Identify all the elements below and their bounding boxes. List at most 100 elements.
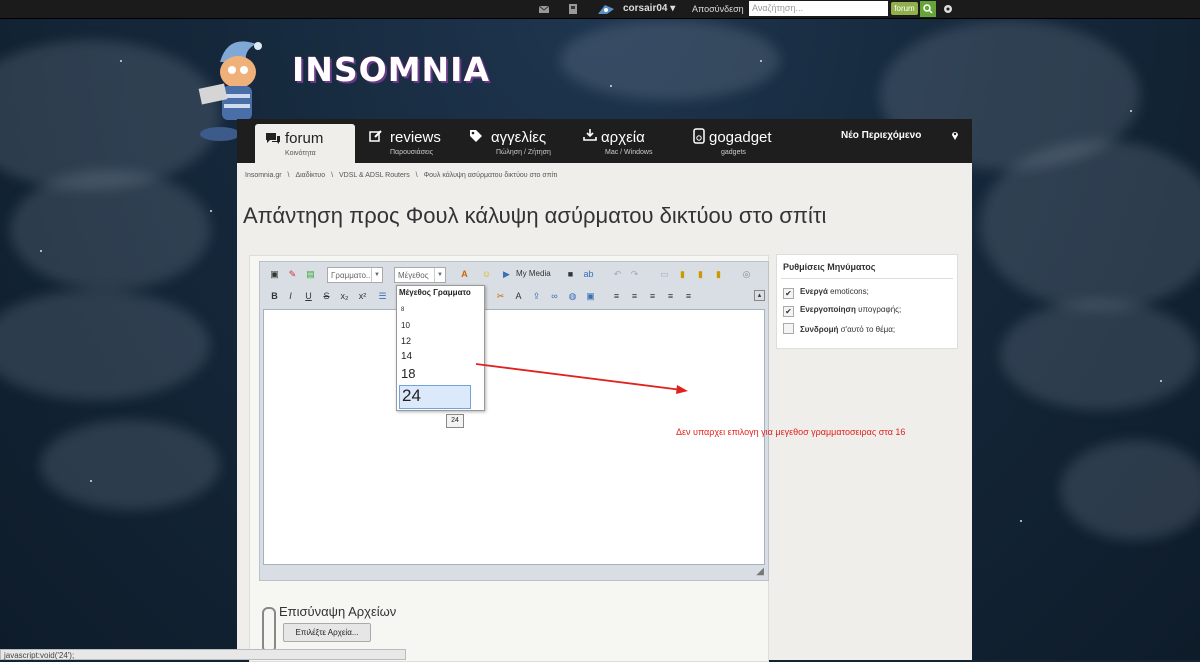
superscript-button[interactable]: x² <box>356 290 369 303</box>
my-media-button[interactable]: My Media <box>516 269 551 278</box>
tab-downloads[interactable]: αρχεία Mac / Windows <box>577 119 667 163</box>
username: corsair04 <box>623 3 668 14</box>
size-select-value: Μέγεθος <box>398 271 429 280</box>
image-icon[interactable]: ▣ <box>584 290 597 303</box>
copy-icon[interactable]: ▮ <box>676 268 689 281</box>
upload-icon[interactable]: ⇪ <box>530 290 543 303</box>
tab-classifieds[interactable]: αγγελίες Πώληση / Ζήτηση <box>463 119 563 163</box>
user-avatar[interactable] <box>597 3 615 15</box>
text-color-icon[interactable]: A <box>458 268 471 281</box>
new-content-link[interactable]: Νέο Περιεχόμενο <box>841 130 921 141</box>
username-menu[interactable]: corsair04 ▾ <box>623 0 675 18</box>
tab-label: αγγελίες <box>491 129 547 146</box>
tab-label: gogadget <box>709 129 772 146</box>
size-option-10[interactable]: 10 <box>401 321 410 330</box>
bullet-list-icon[interactable]: ☰ <box>376 290 389 303</box>
align-justify-icon[interactable]: ≡ <box>664 290 677 303</box>
tab-gogadget[interactable]: gogadget gadgets <box>687 119 787 163</box>
underline-button[interactable]: U <box>302 290 315 303</box>
message-textarea[interactable] <box>263 309 765 565</box>
italic-button[interactable]: I <box>284 290 297 303</box>
tab-sublabel: Παρουσιάσεις <box>390 149 434 156</box>
font-size-select[interactable]: Μέγεθος ▼ <box>394 267 446 283</box>
annotation-arrow <box>475 363 688 394</box>
align-right-icon[interactable]: ≡ <box>646 290 659 303</box>
gear-icon[interactable] <box>942 3 954 15</box>
paperclip-icon <box>262 607 276 653</box>
signature-option[interactable]: ✔ Ενεργοποίηση υπογραφής; <box>783 305 901 317</box>
gift-icon[interactable]: ■ <box>564 268 577 281</box>
emoticons-option[interactable]: ✔ Ενεργά emoticons; <box>783 287 869 299</box>
search-scope-chip[interactable]: forum <box>891 2 918 15</box>
tab-reviews[interactable]: reviews Παρουσιάσεις <box>363 119 453 163</box>
align-left-icon[interactable]: ≡ <box>610 290 623 303</box>
breadcrumb-item[interactable]: Διαδίκτυο <box>295 172 325 179</box>
divider <box>781 278 953 279</box>
indent-icon[interactable]: ≡ <box>682 290 695 303</box>
spellcheck-icon[interactable]: ab <box>582 268 595 281</box>
resize-handle-icon[interactable]: ◢ <box>756 566 764 577</box>
tab-sublabel: Mac / Windows <box>605 149 653 156</box>
breadcrumb-item[interactable]: Insomnia.gr <box>245 172 282 179</box>
align-center-icon[interactable]: ≡ <box>628 290 641 303</box>
font-case-icon[interactable]: A <box>512 290 525 303</box>
cut-icon[interactable]: ▭ <box>658 268 671 281</box>
collapse-toolbar-icon[interactable]: ▴ <box>754 290 765 301</box>
spoiler-icon[interactable]: ✂ <box>494 290 507 303</box>
breadcrumb-item[interactable]: VDSL & ADSL Routers <box>339 172 410 179</box>
subscript-button[interactable]: x₂ <box>338 290 351 303</box>
smiley-icon[interactable]: ☺ <box>480 268 493 281</box>
breadcrumb-separator: \ <box>415 172 418 179</box>
edit-icon <box>369 130 382 142</box>
subscribe-checkbox[interactable] <box>783 323 794 334</box>
tab-label: forum <box>285 130 324 147</box>
size-option-14[interactable]: 14 <box>401 351 412 362</box>
download-icon <box>583 129 597 141</box>
main-nav: forum Κοινότητα reviews Παρουσιάσεις αγγ… <box>237 119 972 163</box>
signature-checkbox[interactable]: ✔ <box>783 306 794 317</box>
undo-icon[interactable]: ↶ <box>611 268 624 281</box>
size-option-12[interactable]: 12 <box>401 336 411 346</box>
option-label-bold: Ενεργοποίηση <box>800 305 856 314</box>
search-icon <box>923 4 933 14</box>
breadcrumb-separator: \ <box>331 172 334 179</box>
font-family-select[interactable]: Γραμματο... ▼ <box>327 267 383 283</box>
choose-files-button[interactable]: Επιλέξτε Αρχεία... <box>283 623 371 642</box>
map-marker-icon[interactable] <box>951 130 959 141</box>
breadcrumb-separator: \ <box>287 172 290 179</box>
tag-icon <box>470 130 482 142</box>
size-option-24-selected[interactable]: 24 <box>399 385 471 409</box>
tab-forum[interactable]: forum Κοινότητα <box>255 124 355 163</box>
search-input[interactable]: Αναζήτηση... <box>749 1 888 16</box>
editor-toolbar-row-2: B I U S x₂ x² ☰ ‹› ◌ ✂ A ⇪ ∞ ◍ ▣ ≡ ≡ ≡ ≡… <box>264 287 765 307</box>
table-icon[interactable]: ▤ <box>304 268 317 281</box>
editor-toolbar-row-1: ▣ ✎ ▤ Γραμματο... ▼ Μέγεθος ▼ A ☺ ▶ My Med… <box>264 265 764 285</box>
redo-icon[interactable]: ↷ <box>628 268 641 281</box>
source-mode-icon[interactable]: ▣ <box>268 268 281 281</box>
option-label: υπογραφής; <box>855 305 902 314</box>
eraser-icon[interactable]: ✎ <box>286 268 299 281</box>
logout-link[interactable]: Αποσύνδεση <box>692 0 744 18</box>
globe-icon[interactable]: ◍ <box>566 290 579 303</box>
link-icon[interactable]: ∞ <box>548 290 561 303</box>
strikethrough-button[interactable]: S <box>320 290 333 303</box>
emoticons-checkbox[interactable]: ✔ <box>783 288 794 299</box>
settings-title: Ρυθμίσεις Μηνύματος <box>783 262 876 272</box>
size-option-8[interactable]: 8 <box>401 307 404 313</box>
top-bar: corsair04 ▾ Αποσύνδεση Αναζήτηση... foru… <box>0 0 1200 19</box>
option-label-bold: Ενεργά <box>800 287 828 296</box>
paste-icon[interactable]: ▮ <box>694 268 707 281</box>
subscribe-option[interactable]: Συνδρομή σ'αυτό το θέμα; <box>783 323 895 334</box>
paste-text-icon[interactable]: ▮ <box>712 268 725 281</box>
bookmark-icon[interactable] <box>567 3 579 15</box>
font-select-value: Γραμματο... <box>331 271 373 280</box>
page-title: Απάντηση προς Φουλ κάλυψη ασύρματου δικτ… <box>243 203 827 228</box>
envelope-icon[interactable] <box>538 3 550 15</box>
site-logo[interactable]: INSOMNIA <box>292 50 490 89</box>
bold-button[interactable]: B <box>268 290 281 303</box>
breadcrumb-item[interactable]: Φουλ κάλυψη ασύρματου δικτύου στο σπίτι <box>424 172 558 179</box>
preview-icon[interactable]: ◎ <box>740 268 753 281</box>
search-button[interactable] <box>920 1 936 17</box>
size-option-18[interactable]: 18 <box>401 366 415 381</box>
media-icon[interactable]: ▶ <box>500 268 513 281</box>
